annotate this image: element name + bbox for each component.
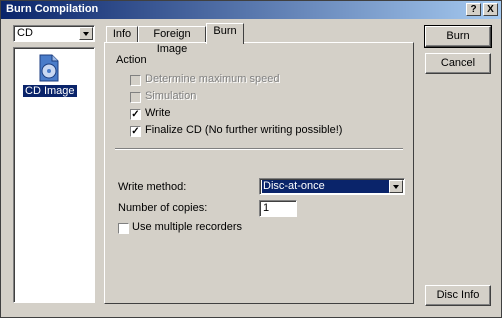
cd-image-icon[interactable] <box>39 54 59 82</box>
drive-select-value: CD <box>17 27 33 39</box>
chevron-down-icon[interactable] <box>79 27 93 40</box>
title-bar[interactable]: Burn Compilation ? X <box>1 1 501 19</box>
multiple-recorders-checkbox[interactable] <box>118 223 129 234</box>
write-method-value: Disc-at-once <box>262 180 389 193</box>
action-heading: Action <box>116 54 147 66</box>
simulation-checkbox[interactable] <box>130 92 141 103</box>
copies-input[interactable]: 1 <box>259 200 297 217</box>
burn-compilation-dialog: Burn Compilation ? X CD CD Image Info Fo… <box>0 0 502 318</box>
sidebar-item-cd-image[interactable]: CD Image <box>23 85 77 97</box>
write-label: Write <box>145 107 171 119</box>
copies-label: Number of copies: <box>118 202 208 214</box>
tab-info[interactable]: Info <box>106 26 138 43</box>
tab-foreign-image[interactable]: Foreign Image <box>138 26 206 55</box>
divider <box>115 148 403 150</box>
chevron-down-icon[interactable] <box>389 180 403 193</box>
write-method-label: Write method: <box>118 181 187 193</box>
determine-speed-label: Determine maximum speed <box>145 73 280 85</box>
finalize-cd-checkbox[interactable]: ✓ <box>130 126 141 137</box>
tab-burn[interactable]: Burn <box>206 23 244 44</box>
write-checkbox[interactable]: ✓ <box>130 109 141 120</box>
close-button[interactable]: X <box>483 3 498 16</box>
help-button[interactable]: ? <box>466 3 481 16</box>
window-title: Burn Compilation <box>6 3 99 15</box>
finalize-cd-label: Finalize CD (No further writing possible… <box>145 124 343 136</box>
simulation-label: Simulation <box>145 90 197 102</box>
burn-button[interactable]: Burn <box>424 25 492 48</box>
drive-select[interactable]: CD <box>13 25 95 42</box>
multiple-recorders-label: Use multiple recorders <box>132 221 243 233</box>
determine-speed-checkbox[interactable] <box>130 75 141 86</box>
copies-value: 1 <box>263 202 270 214</box>
cancel-button[interactable]: Cancel <box>425 53 491 74</box>
write-method-select[interactable]: Disc-at-once <box>259 178 405 195</box>
disc-info-button[interactable]: Disc Info <box>425 285 491 306</box>
